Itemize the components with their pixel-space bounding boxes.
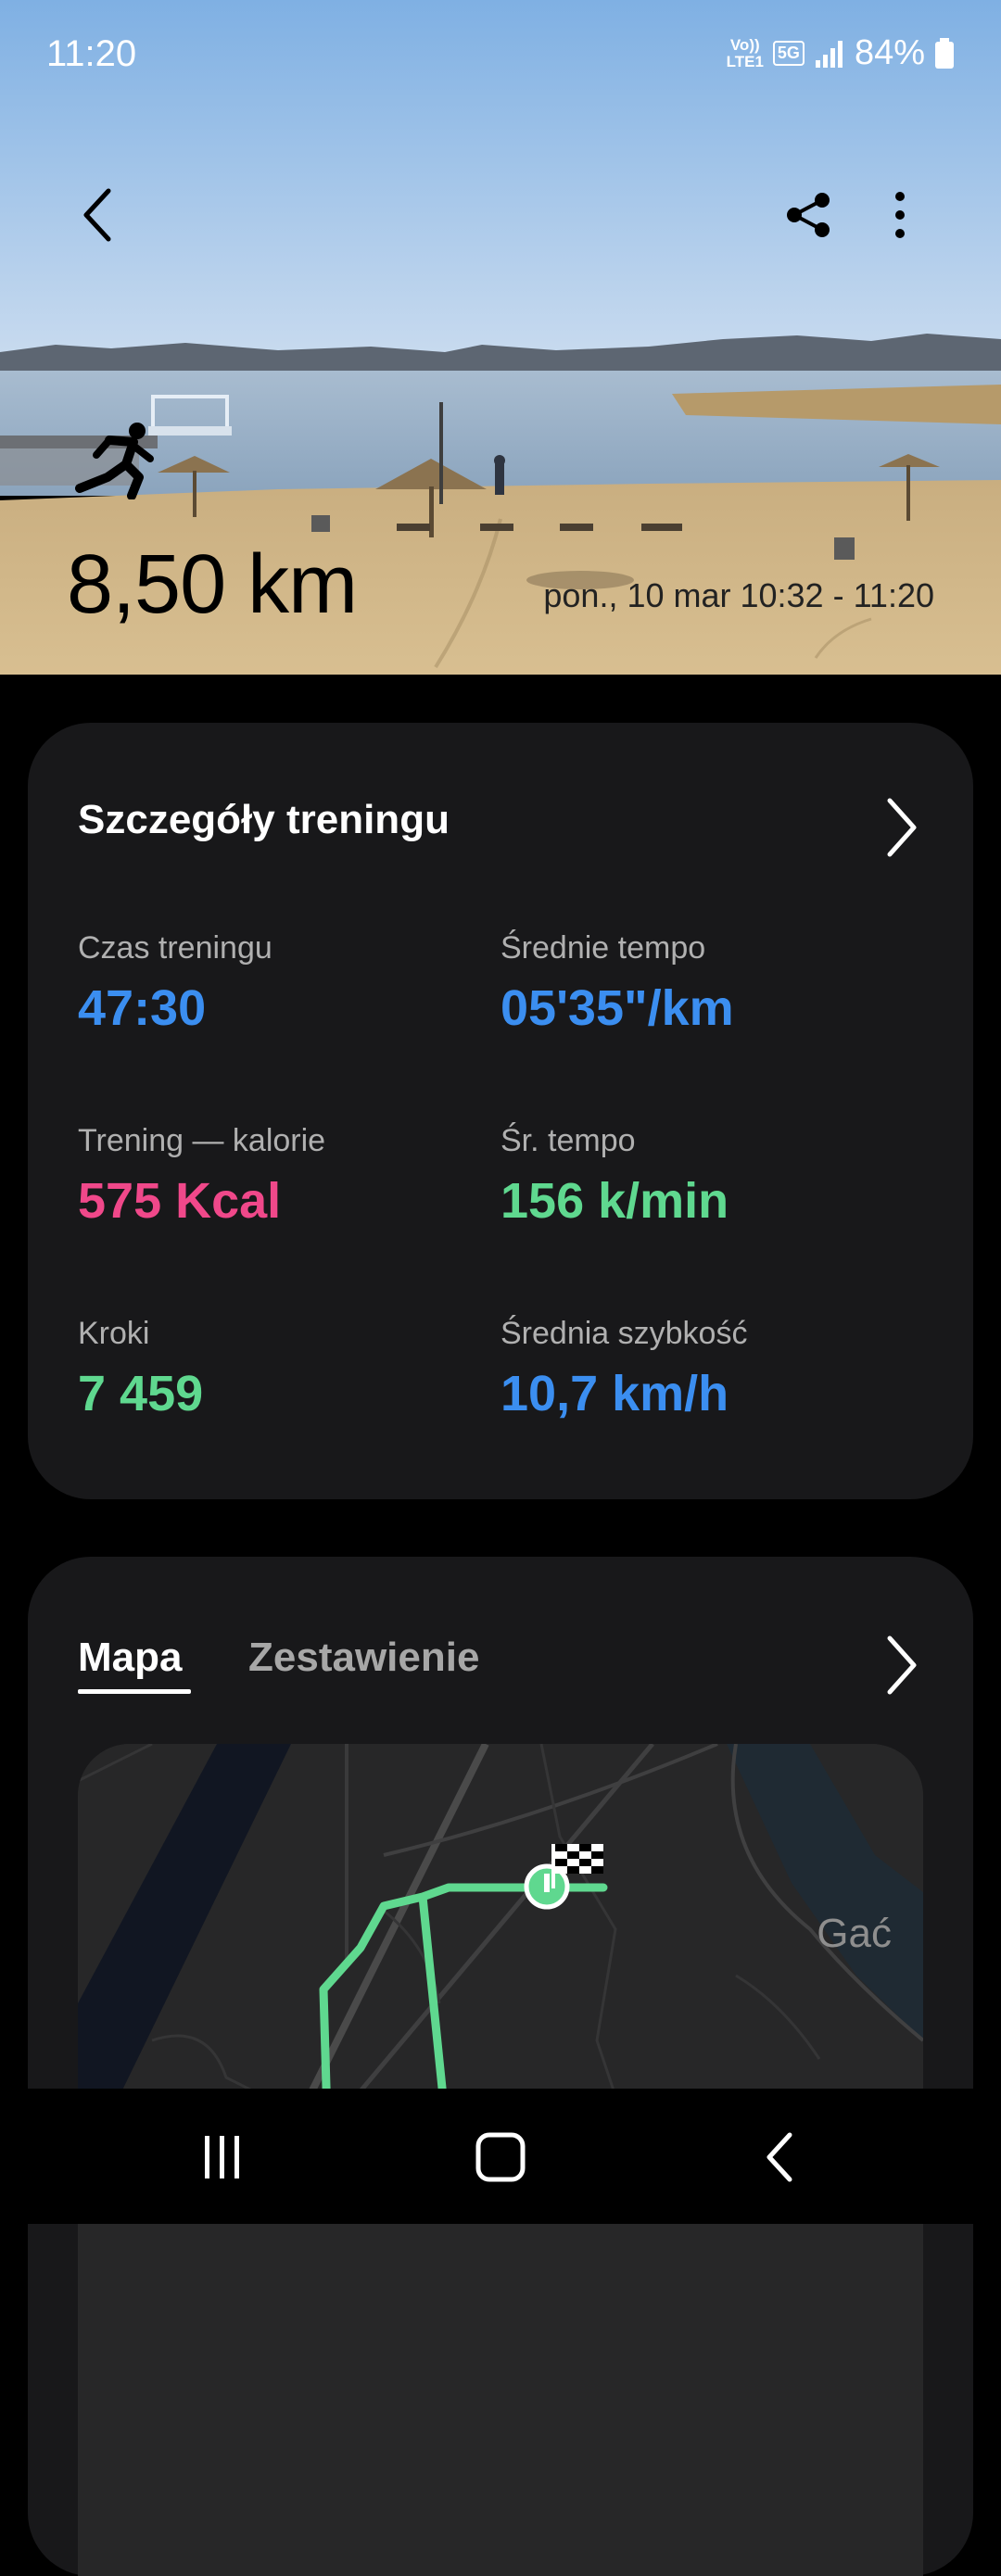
workout-distance: 8,50 km: [67, 538, 358, 631]
workout-date-range: pon., 10 mar 10:32 - 11:20: [543, 576, 934, 614]
share-button[interactable]: [767, 173, 851, 257]
status-time: 11:20: [46, 33, 137, 74]
details-card-title: Szczegóły treningu: [78, 797, 450, 842]
stat-value: 47:30: [78, 980, 207, 1036]
chevron-right-icon[interactable]: [879, 795, 925, 860]
stat-label: Kroki: [78, 1316, 150, 1351]
stat-label: Czas treningu: [78, 930, 272, 966]
home-icon: [475, 2132, 526, 2182]
battery-percent: 84%: [854, 33, 925, 72]
map-card: Mapa Zestawienie Gać: [28, 1557, 973, 2576]
stat-average-speed: Średnia szybkość 10,7 km/h: [500, 1316, 747, 1422]
stat-steps: Kroki 7 459: [78, 1316, 203, 1422]
chevron-right-icon[interactable]: [879, 1633, 925, 1698]
recents-button[interactable]: [176, 2111, 269, 2203]
stat-cadence: Śr. tempo 156 k/min: [500, 1123, 729, 1230]
hero-image: 11:20 Vo)) LTE1 5G 84% 8,50 km pon., 10 …: [0, 0, 1001, 675]
5g-icon: 5G: [772, 41, 805, 66]
tab-map[interactable]: Mapa: [78, 1635, 182, 1681]
status-bar: 11:20 Vo)) LTE1 5G 84%: [0, 0, 1001, 109]
back-arrow-icon: [83, 188, 111, 242]
stat-label: Średnia szybkość: [500, 1316, 748, 1351]
stat-calories: Trening — kalorie 575 Kcal: [78, 1123, 325, 1230]
battery-icon: [935, 37, 954, 69]
stat-value: 7 459: [78, 1366, 204, 1421]
stat-label: Trening — kalorie: [78, 1123, 326, 1158]
running-icon: [75, 423, 154, 499]
more-options-button[interactable]: [858, 173, 942, 257]
signal-icon: [815, 40, 843, 68]
finish-flag-icon: [555, 1844, 603, 1874]
back-icon: [767, 2132, 792, 2182]
stat-label: Średnie tempo: [500, 930, 706, 966]
workout-details-card[interactable]: Szczegóły treningu Czas treningu 47:30 Ś…: [28, 723, 973, 1499]
tab-summary[interactable]: Zestawienie: [248, 1635, 479, 1681]
back-button[interactable]: [56, 173, 139, 257]
stat-average-pace: Średnie tempo 05'35"/km: [500, 930, 734, 1037]
more-vert-icon: [895, 192, 905, 238]
volte-icon: Vo)) LTE1: [726, 35, 764, 70]
home-button[interactable]: [454, 2111, 547, 2203]
status-icons: Vo)) LTE1 5G 84%: [727, 33, 955, 73]
recents-icon: [205, 2136, 239, 2178]
stat-value: 575 Kcal: [78, 1173, 282, 1229]
stat-workout-time: Czas treningu 47:30: [78, 930, 272, 1037]
stat-label: Śr. tempo: [500, 1123, 636, 1158]
map-place-label: Gać: [817, 1911, 892, 1956]
nav-back-button[interactable]: [734, 2111, 827, 2203]
stat-value: 156 k/min: [500, 1173, 729, 1229]
system-nav-bar: [0, 2089, 1001, 2224]
share-icon: [787, 193, 830, 237]
stat-value: 05'35"/km: [500, 980, 734, 1036]
stat-value: 10,7 km/h: [500, 1366, 729, 1421]
active-tab-indicator: [78, 1689, 191, 1694]
